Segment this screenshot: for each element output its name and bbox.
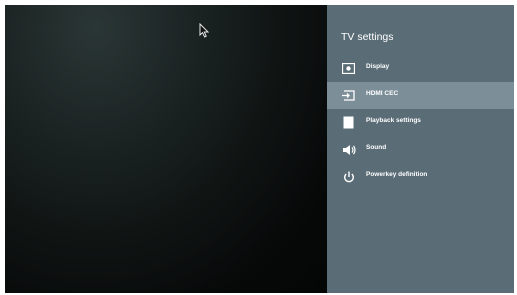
- menu-item-sound[interactable]: Sound: [327, 136, 514, 163]
- display-icon: [341, 61, 356, 76]
- menu-item-label: Playback settings: [366, 117, 421, 124]
- menu-item-playback-settings[interactable]: Playback settings: [327, 109, 514, 136]
- mouse-cursor-icon: [199, 23, 210, 38]
- menu-item-display[interactable]: Display: [327, 55, 514, 82]
- speaker-icon: [341, 142, 356, 157]
- menu-item-hdmi-cec[interactable]: HDMI CEC: [327, 82, 514, 109]
- menu-item-label: Powerkey definition: [366, 171, 428, 178]
- settings-menu: Display HDMI CEC Playback settings Sound…: [327, 55, 514, 190]
- panel-title: TV settings: [341, 31, 394, 43]
- power-icon: [341, 169, 356, 184]
- tv-screen: TV settings Display HDMI CEC Playback se…: [5, 5, 514, 293]
- menu-item-label: HDMI CEC: [366, 90, 399, 97]
- menu-item-label: Display: [366, 63, 390, 70]
- menu-item-powerkey-definition[interactable]: Powerkey definition: [327, 163, 514, 190]
- hdmi-input-icon: [341, 88, 356, 103]
- video-area: [5, 5, 327, 293]
- playback-icon: [341, 115, 356, 130]
- menu-item-label: Sound: [366, 144, 387, 151]
- tv-settings-panel: TV settings Display HDMI CEC Playback se…: [327, 5, 514, 293]
